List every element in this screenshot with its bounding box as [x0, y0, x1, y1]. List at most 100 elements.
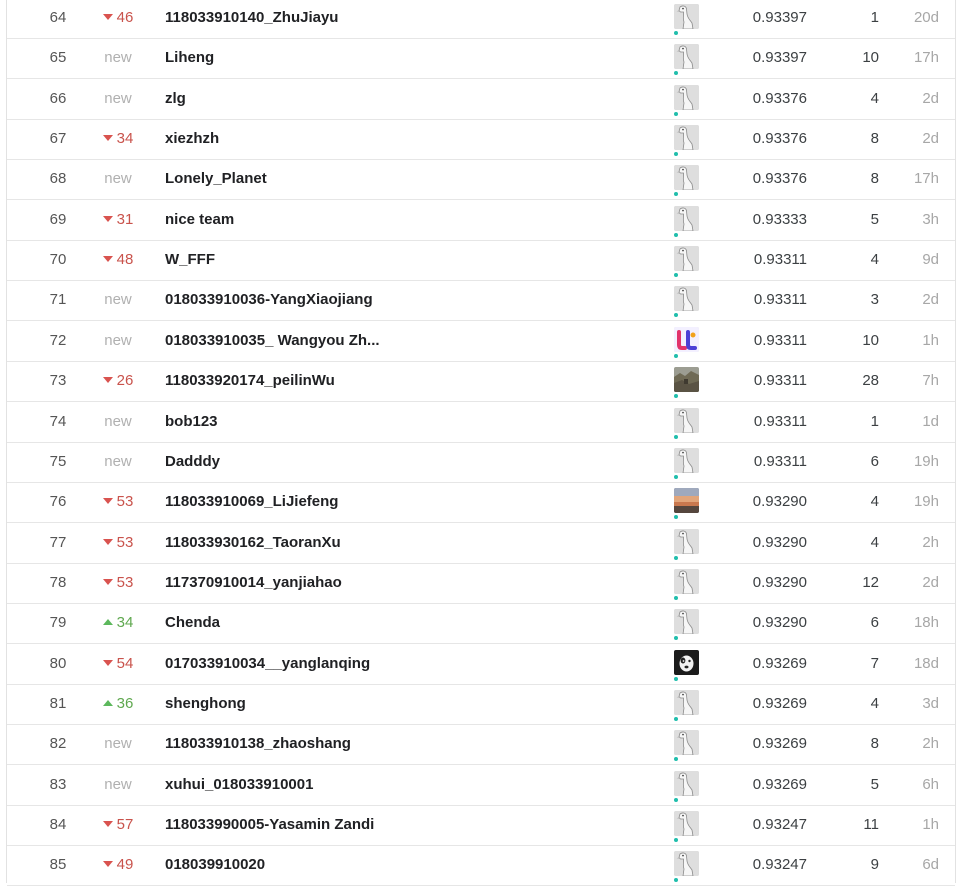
entry-count: 12: [862, 573, 879, 591]
team-avatar-goose-icon[interactable]: [674, 44, 699, 70]
leaderboard-row[interactable]: 71 new 018033910036-YangXiaojiang 0.9331…: [7, 280, 955, 322]
rank-change: 36: [88, 684, 148, 724]
team-avatar-letters-icon[interactable]: [674, 326, 699, 352]
last-submission: 1h: [922, 816, 939, 833]
team-name[interactable]: Lonely_Planet: [165, 159, 625, 199]
team-name[interactable]: Dadddy: [165, 442, 625, 482]
leaderboard-row[interactable]: 85 49 018039910020 0.93247 9 6d: [7, 845, 955, 886]
team-name[interactable]: xiezhzh: [165, 119, 625, 159]
rank-change-value: 48: [116, 251, 134, 269]
entry-count: 3: [870, 291, 879, 309]
leaderboard-row[interactable]: 67 34 xiezhzh 0.93376 8 2d: [7, 119, 955, 161]
team-name[interactable]: Liheng: [165, 38, 625, 78]
leaderboard-row[interactable]: 70 48 W_FFF 0.93311 4 9d: [7, 240, 955, 282]
team-name[interactable]: 018033910036-YangXiaojiang: [165, 280, 625, 320]
tier-indicator-icon: [674, 515, 678, 520]
rank-change: new: [88, 38, 148, 78]
team-name[interactable]: 018033910035_ Wangyou Zh...: [165, 321, 625, 361]
team-name[interactable]: 018039910020: [165, 845, 625, 885]
leaderboard-row[interactable]: 83 new xuhui_018033910001 0.93269 5 6h: [7, 765, 955, 806]
public-score: 0.93311: [753, 291, 807, 309]
rank-change: 53: [88, 523, 148, 563]
team-avatar-goose-icon[interactable]: [674, 205, 699, 231]
leaderboard-row[interactable]: 79 34 Chenda 0.93290 6 18h: [7, 603, 955, 645]
team-avatar-goose-icon[interactable]: [674, 125, 699, 151]
tier-indicator-icon: [674, 232, 678, 237]
team-avatar-goose-icon[interactable]: [674, 528, 699, 554]
leaderboard-row[interactable]: 65 new Liheng 0.93397 10 17h: [7, 38, 955, 80]
team-avatar-landscape-icon[interactable]: [674, 367, 699, 393]
leaderboard-row[interactable]: 81 36 shenghong 0.93269 4 3d: [7, 684, 955, 725]
caret-down-icon: [102, 861, 113, 868]
team-name[interactable]: 117370910014_yanjiahao: [165, 563, 625, 603]
leaderboard-row[interactable]: 76 53 118033910069_LiJiefeng 0.93290 4 1…: [7, 482, 955, 524]
team-avatar-goose-icon[interactable]: [674, 689, 699, 715]
leaderboard-row[interactable]: 80 54 017033910034__yanglanqing 0.93269 …: [7, 644, 955, 685]
team-name[interactable]: 017033910034__yanglanqing: [165, 644, 625, 684]
team-avatar-goose-icon[interactable]: [674, 165, 699, 191]
leaderboard-row[interactable]: 64 46 118033910140_ZhuJiayu 0.93397 1 20…: [7, 0, 955, 39]
team-name[interactable]: shenghong: [165, 684, 625, 724]
entry-count: 4: [870, 533, 879, 551]
rank-number: 64: [49, 9, 67, 26]
entry-count: 4: [870, 694, 879, 712]
tier-indicator-icon: [674, 394, 678, 399]
rank-change-value: 36: [116, 694, 134, 712]
last-submission: 2d: [922, 573, 939, 591]
leaderboard-row[interactable]: 82 new 118033910138_zhaoshang 0.93269 8 …: [7, 724, 955, 766]
team-avatar-dog-icon[interactable]: [674, 649, 699, 675]
leaderboard-row[interactable]: 68 new Lonely_Planet 0.93376 8 17h: [7, 159, 955, 201]
team-name[interactable]: bob123: [165, 402, 625, 442]
caret-down-icon: [102, 377, 113, 384]
public-score: 0.93290: [752, 614, 807, 632]
caret-down-icon: [102, 135, 113, 142]
team-avatar-sunset-icon[interactable]: [674, 488, 699, 514]
rank-number: 77: [49, 533, 67, 551]
team-avatar-goose-icon[interactable]: [674, 730, 699, 756]
leaderboard-row[interactable]: 75 new Dadddy 0.93311 6 19h: [7, 442, 955, 483]
team-avatar-goose-icon[interactable]: [674, 4, 699, 29]
team-name[interactable]: zlg: [165, 79, 625, 119]
caret-down-icon: [102, 659, 113, 666]
last-submission: 20d: [913, 9, 939, 26]
team-name[interactable]: 118033930162_TaoranXu: [165, 523, 625, 563]
tier-indicator-icon: [674, 595, 678, 600]
team-avatar-goose-icon[interactable]: [674, 246, 699, 272]
team-name[interactable]: 118033910140_ZhuJiayu: [165, 0, 625, 38]
team-name[interactable]: W_FFF: [165, 240, 625, 280]
tier-indicator-icon: [674, 474, 678, 479]
team-avatar-goose-icon[interactable]: [674, 286, 699, 312]
team-name[interactable]: 118033910069_LiJiefeng: [165, 482, 625, 522]
team-avatar-goose-icon[interactable]: [674, 447, 699, 473]
team-avatar-goose-icon[interactable]: [674, 851, 699, 877]
rank-change: 49: [88, 845, 148, 885]
public-score: 0.93333: [752, 210, 807, 228]
team-avatar-goose-icon[interactable]: [674, 609, 699, 635]
team-name[interactable]: Chenda: [165, 603, 625, 643]
leaderboard-row[interactable]: 78 53 117370910014_yanjiahao 0.93290 12 …: [7, 563, 955, 604]
leaderboard-row[interactable]: 73 26 118033920174_peilinWu 0.93311 28 7…: [7, 361, 955, 403]
rank-change: 57: [88, 805, 148, 845]
leaderboard-row[interactable]: 72 new 018033910035_ Wangyou Zh... 0.933…: [7, 321, 955, 362]
team-name[interactable]: nice team: [165, 200, 625, 240]
team-name[interactable]: xuhui_018033910001: [165, 765, 625, 805]
rank-change-value: new: [104, 412, 132, 430]
leaderboard-row[interactable]: 74 new bob123 0.93311 1 1d: [7, 402, 955, 443]
public-score: 0.93376: [752, 170, 807, 188]
public-score: 0.93247: [752, 856, 807, 874]
rank-change: new: [88, 442, 148, 482]
leaderboard-row[interactable]: 77 53 118033930162_TaoranXu 0.93290 4 2h: [7, 523, 955, 564]
team-avatar-goose-icon[interactable]: [674, 811, 699, 836]
rank-change-value: 53: [116, 573, 134, 591]
team-avatar-goose-icon[interactable]: [674, 770, 699, 796]
team-avatar-goose-icon[interactable]: [674, 84, 699, 110]
team-name[interactable]: 118033990005-Yasamin Zandi: [165, 805, 625, 845]
team-name[interactable]: 118033910138_zhaoshang: [165, 724, 625, 764]
leaderboard-row[interactable]: 69 31 nice team 0.93333 5 3h: [7, 200, 955, 241]
leaderboard-row[interactable]: 66 new zlg 0.93376 4 2d: [7, 79, 955, 120]
team-avatar-goose-icon[interactable]: [674, 568, 699, 594]
leaderboard-row[interactable]: 84 57 118033990005-Yasamin Zandi 0.93247…: [7, 805, 955, 846]
team-name[interactable]: 118033920174_peilinWu: [165, 361, 625, 401]
team-avatar-goose-icon[interactable]: [674, 407, 699, 433]
caret-down-icon: [102, 498, 113, 505]
